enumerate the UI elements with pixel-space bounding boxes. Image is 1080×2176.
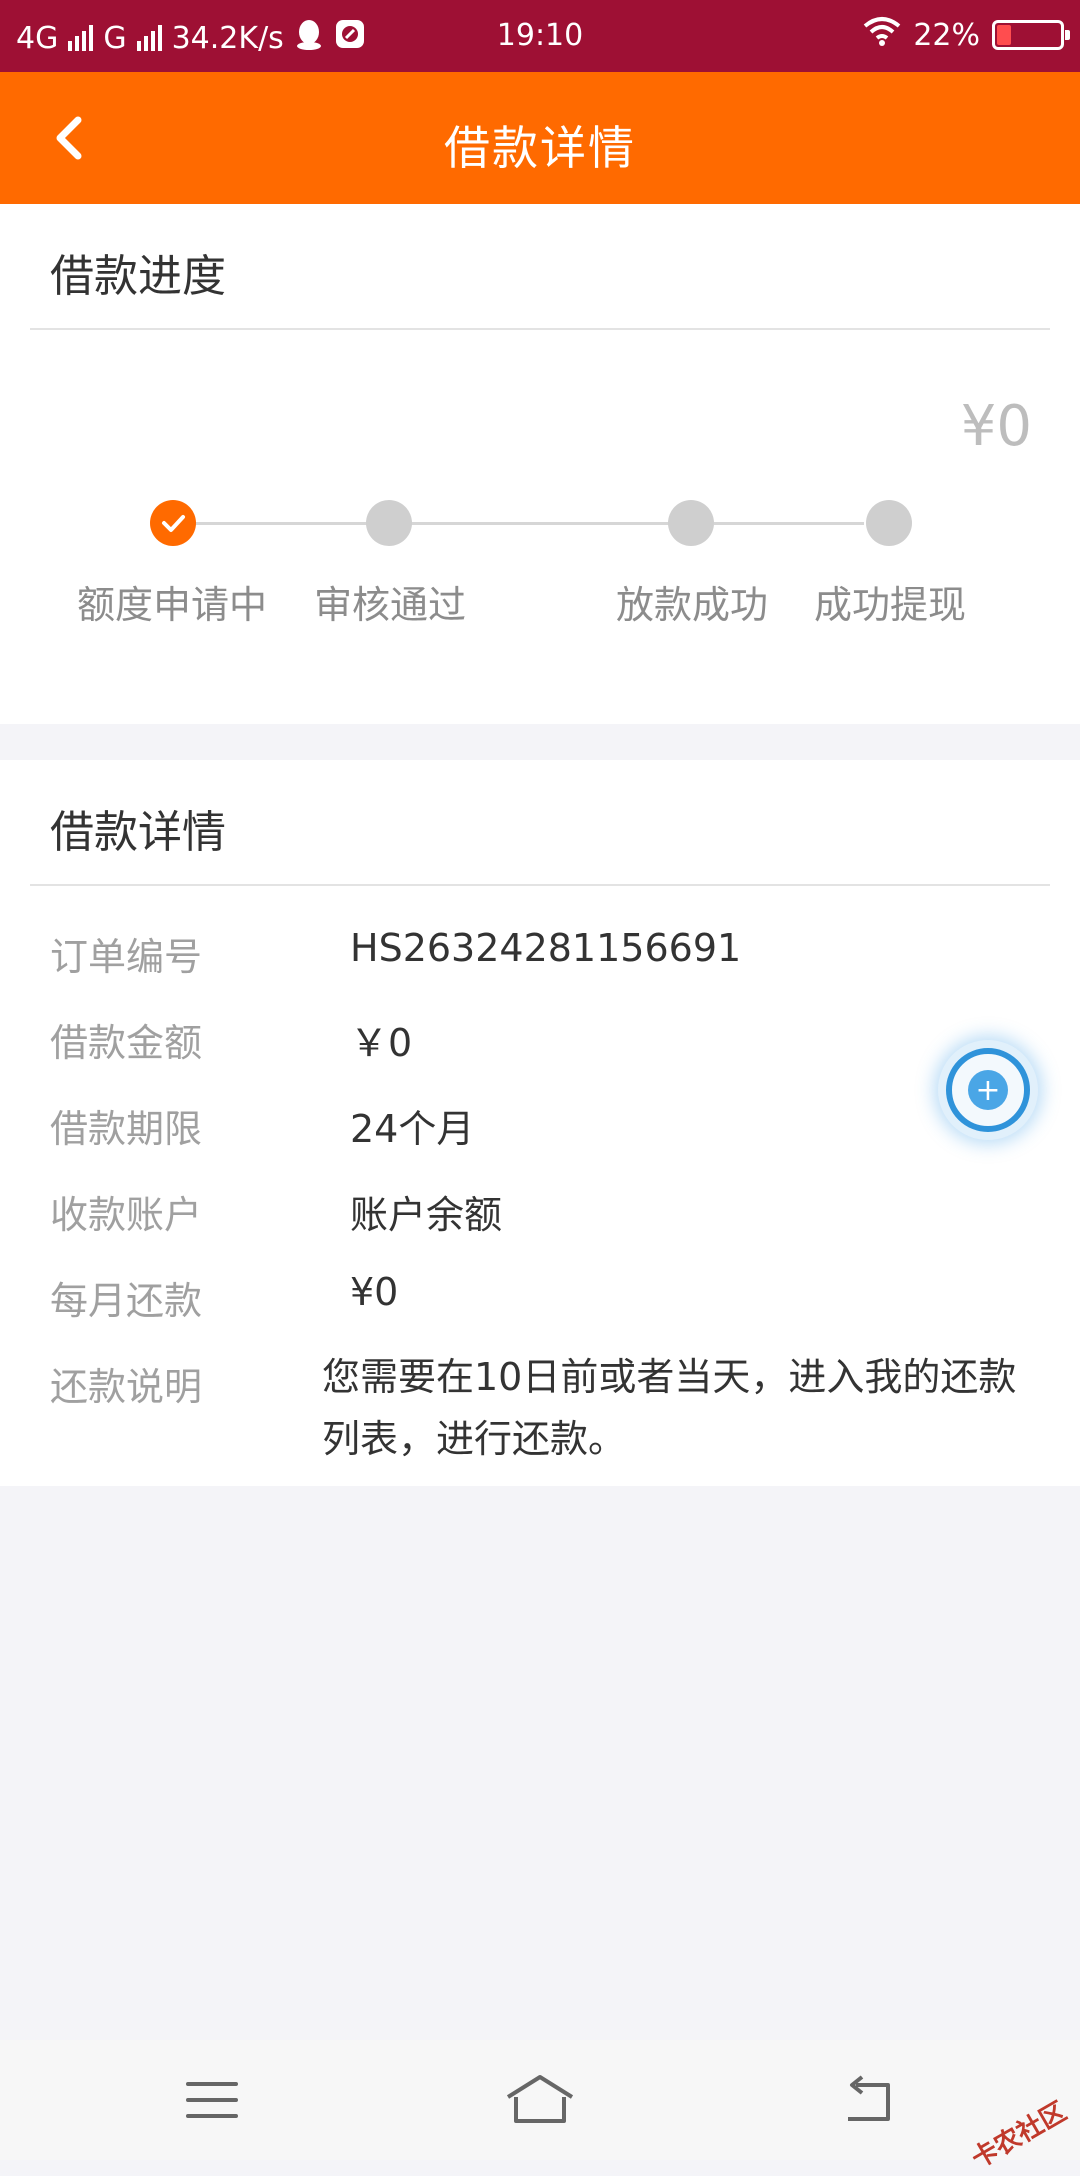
- status-bar: 4G G 34.2K/s 19:10 22%: [0, 0, 1080, 72]
- step-connector: [194, 522, 388, 525]
- plus-icon: +: [968, 1070, 1008, 1110]
- back-icon: [848, 2075, 890, 2121]
- divider: [30, 884, 1050, 886]
- row-label: 借款期限: [50, 1107, 203, 1151]
- battery-icon: [992, 20, 1070, 50]
- row-value: 24个月: [350, 1107, 475, 1151]
- row-value: ￥0: [350, 1021, 413, 1065]
- step-node-4: [866, 500, 912, 546]
- back-nav-button[interactable]: [828, 2064, 908, 2136]
- menu-button[interactable]: [172, 2064, 252, 2136]
- detail-card: 借款详情 订单编号 HS26324281156691 借款金额 ￥0 借款期限 …: [0, 760, 1080, 1486]
- page-title: 借款详情: [444, 121, 636, 175]
- step-label-2: 审核通过: [313, 583, 467, 627]
- row-value: 账户余额: [350, 1193, 503, 1237]
- row-value: HS26324281156691: [350, 926, 742, 970]
- status-right: 22%: [863, 16, 1070, 54]
- step-label-1: 额度申请中: [76, 583, 268, 627]
- progress-title: 借款进度: [50, 251, 226, 302]
- progress-steps: 额度申请中 审核通过 放款成功 成功提现: [0, 500, 1080, 660]
- row-value: 您需要在10日前或者当天，进入我的还款列表，进行还款。: [322, 1355, 1017, 1461]
- step-connector: [410, 522, 670, 525]
- watermark: 卡农社区: [966, 2096, 1072, 2175]
- step-node-3: [668, 500, 714, 546]
- detail-title: 借款详情: [50, 807, 226, 858]
- row-value: ¥0: [350, 1270, 399, 1314]
- step-label-3: 放款成功: [615, 583, 769, 627]
- row-label: 收款账户: [50, 1193, 203, 1237]
- step-node-1: [150, 500, 196, 546]
- progress-card: 借款进度 ¥0 额度申请中 审核通过 放款成功 成功提现: [0, 204, 1080, 724]
- check-icon: [162, 515, 185, 532]
- row-label: 每月还款: [50, 1279, 203, 1323]
- wifi-icon: [863, 16, 901, 54]
- row-label: 还款说明: [50, 1365, 203, 1409]
- app-header: 借款详情: [0, 72, 1080, 204]
- divider: [30, 328, 1050, 330]
- home-icon: [506, 2075, 574, 2123]
- step-node-2: [366, 500, 412, 546]
- row-label: 订单编号: [50, 935, 203, 979]
- floating-button-ring: +: [946, 1048, 1030, 1132]
- battery-percent: 22%: [913, 17, 980, 53]
- step-connector: [714, 522, 864, 525]
- floating-assist-button[interactable]: +: [938, 1040, 1038, 1140]
- step-label-4: 成功提现: [813, 583, 967, 627]
- home-button[interactable]: [500, 2064, 580, 2136]
- row-label: 借款金额: [50, 1021, 203, 1065]
- system-nav-bar: 卡农社区: [0, 2040, 1080, 2175]
- loan-amount-display: ¥0: [960, 394, 1032, 459]
- menu-icon: [186, 2082, 238, 2118]
